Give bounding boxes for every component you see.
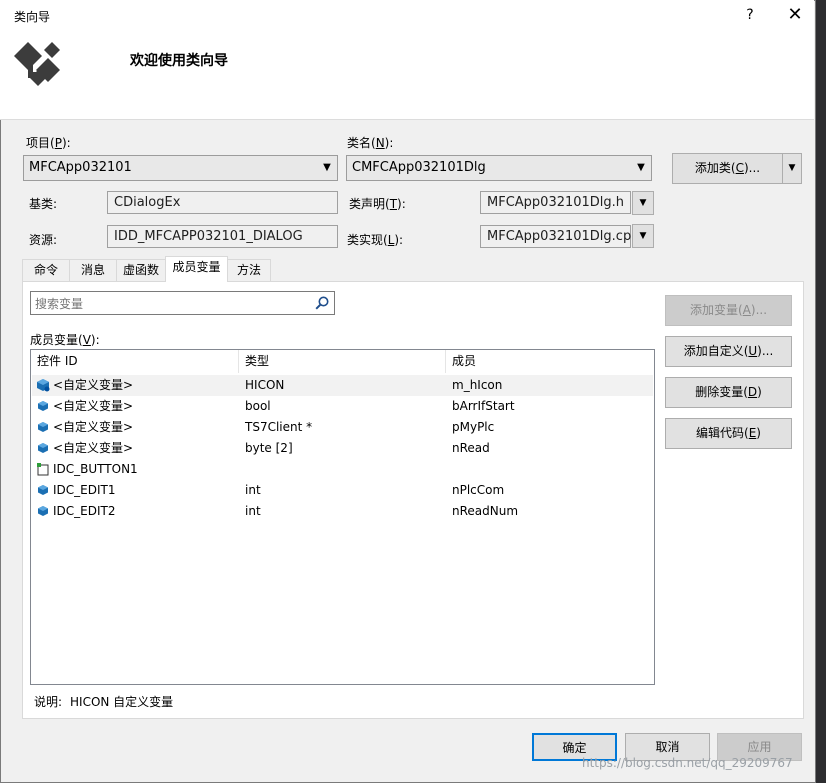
button-control-icon xyxy=(37,463,49,476)
row-member: nRead xyxy=(452,441,490,455)
base-class-label: 基类: xyxy=(29,197,58,211)
tab-virtual-functions[interactable]: 虚函数 xyxy=(116,259,166,281)
classname-combo[interactable]: CMFCApp032101Dlg ▼ xyxy=(346,155,652,181)
custom-variable-icon xyxy=(38,443,48,453)
table-row[interactable]: <自定义变量> TS7Client * pMyPlc xyxy=(32,417,653,438)
row-type: TS7Client * xyxy=(245,420,313,434)
delete-variable-button[interactable]: 删除变量(D) xyxy=(665,377,792,408)
row-control-id: IDC_EDIT1 xyxy=(53,483,116,497)
wizard-header: 欢迎使用类向导 xyxy=(0,30,814,120)
header-title: 欢迎使用类向导 xyxy=(130,53,228,69)
class-decl-dropdown-button[interactable]: ▼ xyxy=(632,191,654,215)
row-type: int xyxy=(245,483,261,497)
column-header-control-id[interactable]: 控件 ID xyxy=(31,350,239,373)
custom-variable-icon xyxy=(37,379,50,392)
row-type: int xyxy=(245,504,261,518)
help-button[interactable]: ? xyxy=(734,2,766,28)
tab-messages[interactable]: 消息 xyxy=(69,259,117,281)
row-control-id: <自定义变量> xyxy=(53,441,134,455)
close-button[interactable]: ✕ xyxy=(778,2,812,28)
project-value: MFCApp032101 xyxy=(29,160,132,175)
resource-label: 资源: xyxy=(29,233,58,247)
class-impl-label: 类实现(L): xyxy=(347,233,404,247)
custom-variable-icon xyxy=(38,422,48,432)
search-box xyxy=(30,291,335,315)
project-combo[interactable]: MFCApp032101 ▼ xyxy=(23,155,338,181)
add-custom-button[interactable]: 添加自定义(U)... xyxy=(665,336,792,367)
row-member: pMyPlc xyxy=(452,420,495,434)
member-list-label: 成员变量(V): xyxy=(30,333,100,347)
classname-label: 类名(N): xyxy=(347,136,394,150)
title-bar: 类向导 ? ✕ xyxy=(0,0,814,30)
table-row[interactable]: <自定义变量> bool bArrIfStart xyxy=(32,396,653,417)
window-title: 类向导 xyxy=(14,10,51,24)
row-control-id: IDC_EDIT2 xyxy=(53,504,116,518)
row-control-id: <自定义变量> xyxy=(53,420,134,434)
column-header-type[interactable]: 类型 xyxy=(239,350,446,373)
description-text: HICON 自定义变量 xyxy=(70,695,174,709)
row-type: HICON xyxy=(245,378,285,392)
add-class-button[interactable]: 添加类(C)... xyxy=(672,153,783,184)
chevron-down-icon: ▼ xyxy=(323,162,331,173)
row-member: m_hIcon xyxy=(452,378,503,392)
class-impl-dropdown-button[interactable]: ▼ xyxy=(632,224,654,248)
row-type: bool xyxy=(245,399,271,413)
edit-code-button[interactable]: 编辑代码(E) xyxy=(665,418,792,449)
tab-commands[interactable]: 命令 xyxy=(22,259,70,281)
resource-field: IDD_MFCAPP032101_DIALOG xyxy=(107,225,338,248)
member-variable-list[interactable]: 控件 ID 类型 成员 <自定义变量> HICON m_hIcon <自定义变量… xyxy=(30,349,655,685)
chevron-down-icon: ▼ xyxy=(639,198,647,208)
class-wizard-logo-icon xyxy=(14,42,60,86)
row-type: byte [2] xyxy=(245,441,293,455)
member-variable-icon xyxy=(38,485,48,495)
member-variable-icon xyxy=(38,506,48,516)
chevron-down-icon: ▼ xyxy=(637,162,645,173)
row-member: nPlcCom xyxy=(452,483,505,497)
search-icon[interactable] xyxy=(314,295,330,311)
table-row[interactable]: IDC_EDIT2 int nReadNum xyxy=(32,501,653,522)
row-member: bArrIfStart xyxy=(452,399,515,413)
table-row[interactable]: IDC_BUTTON1 xyxy=(32,459,653,480)
row-control-id: <自定义变量> xyxy=(53,399,134,413)
chevron-down-icon: ▼ xyxy=(788,163,796,173)
row-member: nReadNum xyxy=(452,504,519,518)
class-impl-field: MFCApp032101Dlg.cpp xyxy=(480,225,639,248)
add-class-dropdown-button[interactable]: ▼ xyxy=(782,153,802,184)
description-label: 说明: xyxy=(34,695,63,709)
classname-value: CMFCApp032101Dlg xyxy=(352,160,486,175)
base-class-field: CDialogEx xyxy=(107,191,338,214)
class-decl-label: 类声明(T): xyxy=(349,197,406,211)
class-decl-field: MFCApp032101Dlg.h xyxy=(480,191,631,214)
table-row[interactable]: <自定义变量> byte [2] nRead xyxy=(32,438,653,459)
search-input[interactable] xyxy=(33,293,317,315)
row-control-id: <自定义变量> xyxy=(53,378,134,392)
column-header-member[interactable]: 成员 xyxy=(446,350,654,373)
watermark-text: https://blog.csdn.net/qq_29209767 xyxy=(582,756,793,770)
table-row[interactable]: IDC_EDIT1 int nPlcCom xyxy=(32,480,653,501)
add-variable-button[interactable]: 添加变量(A)... xyxy=(665,295,792,326)
chevron-down-icon: ▼ xyxy=(639,231,647,241)
row-control-id: IDC_BUTTON1 xyxy=(53,462,138,476)
tab-methods[interactable]: 方法 xyxy=(227,259,271,281)
tab-member-variables[interactable]: 成员变量 xyxy=(165,256,228,282)
project-label: 项目(P): xyxy=(26,136,71,150)
custom-variable-icon xyxy=(38,401,48,411)
table-row[interactable]: <自定义变量> HICON m_hIcon xyxy=(32,375,653,396)
